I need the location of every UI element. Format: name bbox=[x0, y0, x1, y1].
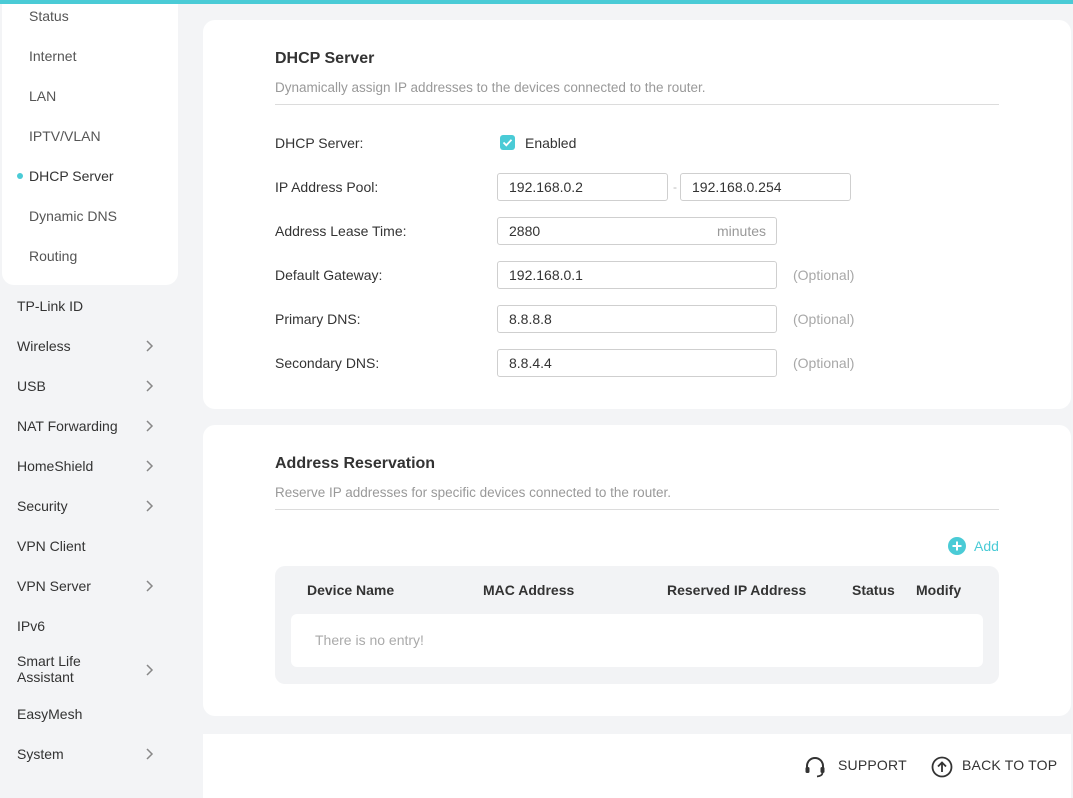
optional-hint: (Optional) bbox=[793, 267, 855, 283]
support-button[interactable]: SUPPORT bbox=[803, 752, 913, 780]
active-indicator-dot bbox=[17, 173, 23, 179]
sidebar-item-label: VPN Client bbox=[17, 538, 86, 554]
submenu-item-routing[interactable]: Routing bbox=[29, 246, 77, 266]
sidebar-item-label: Wireless bbox=[17, 338, 71, 354]
ip-pool-end-input[interactable]: 192.168.0.254 bbox=[680, 173, 851, 201]
chevron-right-icon bbox=[146, 460, 154, 472]
table-empty-row: There is no entry! bbox=[291, 614, 983, 667]
default-gateway-label: Default Gateway: bbox=[275, 267, 383, 283]
advanced-network-submenu: Status Internet LAN IPTV/VLAN DHCP Serve… bbox=[2, 4, 178, 285]
add-label: Add bbox=[974, 538, 999, 554]
sidebar-item-vpn-client[interactable]: VPN Client bbox=[0, 526, 180, 566]
support-label: SUPPORT bbox=[838, 757, 907, 773]
reservation-table: Device Name MAC Address Reserved IP Addr… bbox=[275, 566, 999, 684]
back-to-top-button[interactable]: BACK TO TOP bbox=[931, 752, 1071, 780]
section-divider bbox=[275, 509, 999, 510]
column-header-reserved-ip: Reserved IP Address bbox=[667, 582, 807, 598]
sidebar-item-security[interactable]: Security bbox=[0, 486, 180, 526]
section-description: Dynamically assign IP addresses to the d… bbox=[275, 80, 706, 95]
sidebar-item-label: HomeShield bbox=[17, 458, 94, 474]
ip-pool-end-value: 192.168.0.254 bbox=[692, 179, 782, 195]
column-header-status: Status bbox=[852, 582, 895, 598]
column-header-mac-address: MAC Address bbox=[483, 582, 575, 598]
sidebar-item-label: IPv6 bbox=[17, 618, 46, 634]
section-title: DHCP Server bbox=[275, 50, 375, 67]
chevron-right-icon bbox=[146, 380, 154, 392]
column-header-device-name: Device Name bbox=[307, 582, 395, 598]
sidebar-item-wireless[interactable]: Wireless bbox=[0, 326, 180, 366]
sidebar-item-usb[interactable]: USB bbox=[0, 366, 180, 406]
ip-address-pool-label: IP Address Pool: bbox=[275, 179, 379, 195]
back-to-top-label: BACK TO TOP bbox=[962, 757, 1058, 773]
secondary-dns-label: Secondary DNS: bbox=[275, 355, 380, 371]
sidebar-item-smart-life-assistant[interactable]: Smart Life Assistant bbox=[0, 646, 180, 694]
submenu-item-lan[interactable]: LAN bbox=[29, 86, 56, 106]
add-reservation-button[interactable]: Add bbox=[948, 537, 1000, 555]
sidebar-item-label: NAT Forwarding bbox=[17, 418, 118, 434]
plus-circle-icon bbox=[948, 537, 966, 555]
chevron-right-icon bbox=[146, 664, 154, 676]
section-title: Address Reservation bbox=[275, 455, 436, 472]
dhcp-enabled-checkbox[interactable] bbox=[500, 135, 515, 150]
section-description: Reserve IP addresses for specific device… bbox=[275, 485, 671, 500]
primary-dns-value: 8.8.8.8 bbox=[509, 311, 552, 327]
dhcp-server-label: DHCP Server: bbox=[275, 135, 364, 151]
submenu-item-internet[interactable]: Internet bbox=[29, 46, 76, 66]
ip-pool-separator: - bbox=[673, 180, 677, 194]
arrow-up-circle-icon bbox=[931, 756, 953, 778]
checkmark-icon bbox=[502, 139, 513, 147]
sidebar-item-label: System bbox=[17, 746, 64, 762]
sidebar-item-ipv6[interactable]: IPv6 bbox=[0, 606, 180, 646]
headset-icon bbox=[805, 757, 825, 778]
secondary-dns-input[interactable]: 8.8.4.4 bbox=[497, 349, 777, 377]
primary-dns-input[interactable]: 8.8.8.8 bbox=[497, 305, 777, 333]
section-divider bbox=[275, 104, 999, 105]
chevron-right-icon bbox=[146, 420, 154, 432]
optional-hint: (Optional) bbox=[793, 355, 855, 371]
ip-pool-start-value: 192.168.0.2 bbox=[509, 179, 583, 195]
sidebar-item-homeshield[interactable]: HomeShield bbox=[0, 446, 180, 486]
address-lease-time-label: Address Lease Time: bbox=[275, 223, 407, 239]
dhcp-server-card: DHCP Server Dynamically assign IP addres… bbox=[203, 20, 1071, 409]
chevron-right-icon bbox=[146, 748, 154, 760]
sidebar-item-label-line1: Smart Life bbox=[17, 653, 81, 669]
empty-state-text: There is no entry! bbox=[315, 632, 424, 648]
submenu-item-dynamic-dns[interactable]: Dynamic DNS bbox=[29, 206, 117, 226]
chevron-right-icon bbox=[146, 580, 154, 592]
address-reservation-card: Address Reservation Reserve IP addresses… bbox=[203, 425, 1071, 716]
default-gateway-value: 192.168.0.1 bbox=[509, 267, 583, 283]
sidebar-item-easymesh[interactable]: EasyMesh bbox=[0, 694, 180, 734]
sidebar-item-nat-forwarding[interactable]: NAT Forwarding bbox=[0, 406, 180, 446]
sidebar-item-vpn-server[interactable]: VPN Server bbox=[0, 566, 180, 606]
sidebar-item-label: TP-Link ID bbox=[17, 298, 84, 314]
sidebar-item-label: EasyMesh bbox=[17, 706, 83, 722]
sidebar-item-tp-link-id[interactable]: TP-Link ID bbox=[0, 286, 180, 326]
submenu-item-status[interactable]: Status bbox=[29, 6, 69, 26]
default-gateway-input[interactable]: 192.168.0.1 bbox=[497, 261, 777, 289]
column-header-modify: Modify bbox=[916, 582, 962, 598]
secondary-dns-value: 8.8.4.4 bbox=[509, 355, 552, 371]
submenu-item-iptv-vlan[interactable]: IPTV/VLAN bbox=[29, 126, 101, 146]
sidebar: Status Internet LAN IPTV/VLAN DHCP Serve… bbox=[0, 4, 180, 798]
footer-bar: SUPPORT BACK TO TOP bbox=[203, 734, 1071, 798]
chevron-right-icon bbox=[146, 340, 154, 352]
sidebar-item-system[interactable]: System bbox=[0, 734, 180, 774]
ip-pool-start-input[interactable]: 192.168.0.2 bbox=[497, 173, 668, 201]
sidebar-item-label: Security bbox=[17, 498, 68, 514]
dhcp-enabled-label[interactable]: Enabled bbox=[525, 133, 576, 153]
optional-hint: (Optional) bbox=[793, 311, 855, 327]
primary-dns-label: Primary DNS: bbox=[275, 311, 361, 327]
lease-time-unit: minutes bbox=[716, 223, 766, 239]
sidebar-item-label: VPN Server bbox=[17, 578, 91, 594]
submenu-item-dhcp-server[interactable]: DHCP Server bbox=[29, 166, 114, 186]
sidebar-item-label: USB bbox=[17, 378, 46, 394]
chevron-right-icon bbox=[146, 500, 154, 512]
lease-time-input[interactable]: 2880 minutes bbox=[497, 217, 777, 245]
lease-time-value: 2880 bbox=[509, 223, 541, 239]
sidebar-item-label-line2: Assistant bbox=[17, 669, 74, 685]
